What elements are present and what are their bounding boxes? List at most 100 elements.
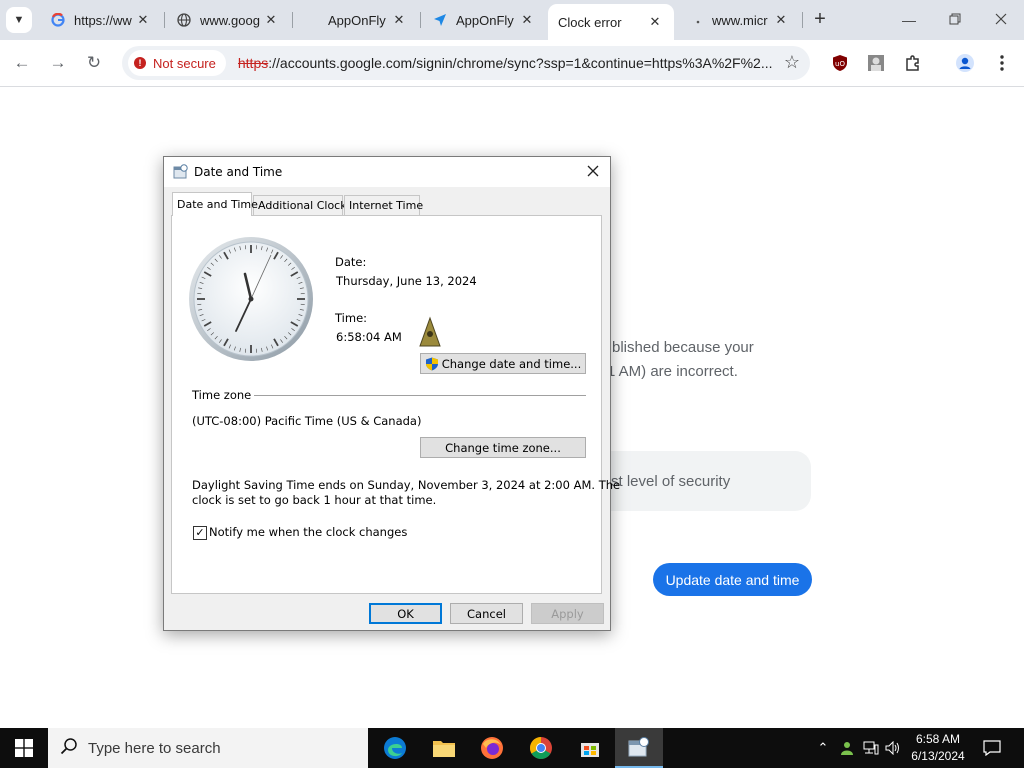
search-icon [60, 737, 80, 760]
date-value: Thursday, June 13, 2024 [336, 274, 477, 288]
cancel-button[interactable]: Cancel [450, 603, 523, 624]
browser-tab-4[interactable]: AppOnFly ✕ [422, 4, 546, 36]
error-text-line-2: 1 AM) are incorrect. [607, 363, 738, 380]
security-chip[interactable]: ! Not secure [128, 50, 226, 76]
url-path: ://accounts.google.com/signin/chrome/syn… [268, 55, 773, 71]
blank-icon [304, 12, 320, 28]
dialog-title: Date and Time [194, 165, 283, 179]
windows-taskbar: Type here to search ⌃ 6:58 AM 6/13/2024 [0, 728, 1024, 768]
restore-icon [949, 12, 961, 28]
tab-date-and-time[interactable]: Date and Time [172, 192, 258, 216]
change-date-time-button[interactable]: Change date and time... [420, 353, 586, 374]
address-bar[interactable]: ! Not secure https://accounts.google.com… [122, 46, 810, 80]
minimize-button[interactable]: — [886, 0, 932, 40]
date-time-tab-pane: Date: Thursday, June 13, 2024 Time: 6:58… [171, 215, 620, 594]
tab-title: www.micr [712, 12, 768, 28]
security-info-text: st level of security [611, 473, 731, 490]
close-window-button[interactable] [978, 0, 1024, 40]
forward-button[interactable]: → [46, 51, 70, 75]
close-tab-icon[interactable]: ✕ [262, 12, 280, 28]
date-time-dialog: Date and Time Date and Time Additional C… [163, 156, 620, 631]
browser-tab-6[interactable]: www.micr ✕ [678, 4, 800, 36]
reload-button[interactable]: ↻ [82, 51, 106, 75]
chevron-up-icon: ⌃ [817, 740, 829, 755]
error-text-line-1: blished because your [612, 339, 754, 356]
url-text[interactable]: https://accounts.google.com/signin/chrom… [238, 55, 778, 71]
taskbar-search-box[interactable]: Type here to search [48, 728, 368, 768]
new-tab-button[interactable]: + [808, 8, 832, 32]
date-time-taskbar-button[interactable] [615, 728, 663, 768]
close-icon [995, 12, 1007, 28]
profile-avatar-icon[interactable] [955, 53, 975, 73]
close-tab-icon[interactable]: ✕ [518, 12, 536, 28]
time-value: 6:58:04 AM [336, 330, 402, 344]
chevron-down-icon: ▼ [13, 14, 25, 26]
tab-title: https://ww [74, 12, 132, 28]
windows-logo-icon [15, 739, 33, 757]
taskbar-date: 6/13/2024 [911, 749, 965, 763]
tab-divider [420, 12, 421, 28]
date-label: Date: [335, 255, 367, 269]
notify-label[interactable]: Notify me when the clock changes [209, 525, 407, 539]
tab-divider [164, 12, 165, 28]
extension-photo-icon[interactable] [866, 53, 886, 73]
close-tab-icon[interactable]: ✕ [390, 12, 408, 28]
dialog-close-button[interactable] [582, 161, 604, 183]
chrome-icon [530, 737, 552, 759]
restore-button[interactable] [932, 0, 978, 40]
chrome-taskbar-button[interactable] [517, 728, 565, 768]
ublock-extension-icon[interactable]: uO [830, 53, 850, 73]
firefox-taskbar-button[interactable] [468, 728, 516, 768]
change-time-zone-button[interactable]: Change time zone... [420, 437, 586, 458]
browser-tab-2[interactable]: www.goog ✕ [166, 4, 290, 36]
close-tab-icon[interactable]: ✕ [772, 12, 790, 28]
bell-cursor-icon [419, 316, 441, 347]
dialog-title-bar: Date and Time [164, 157, 610, 187]
close-tab-icon[interactable]: ✕ [134, 12, 152, 28]
extensions-puzzle-icon[interactable] [903, 53, 923, 73]
people-icon [841, 742, 853, 755]
show-hidden-icons-button[interactable]: ⌃ [812, 728, 834, 768]
url-protocol: https [237, 55, 269, 71]
user-tray-icon[interactable] [836, 728, 858, 768]
network-tray-icon[interactable] [860, 728, 882, 768]
analog-clock [189, 237, 313, 361]
apply-button[interactable]: Apply [531, 603, 604, 624]
google-g-icon [50, 12, 66, 28]
close-tab-icon[interactable]: ✕ [646, 14, 664, 30]
paper-plane-icon [432, 12, 448, 28]
taskbar-clock[interactable]: 6:58 AM 6/13/2024 [900, 731, 976, 765]
browser-tab-5-active[interactable]: Clock error ✕ [548, 4, 674, 40]
store-taskbar-button[interactable] [566, 728, 614, 768]
svg-text:uO: uO [835, 60, 845, 68]
edge-taskbar-button[interactable] [371, 728, 419, 768]
file-explorer-taskbar-button[interactable] [420, 728, 468, 768]
taskbar-time: 6:58 AM [915, 732, 961, 746]
tab-title: Clock error [558, 14, 622, 30]
tab-divider [802, 12, 803, 28]
update-date-time-button[interactable]: Update date and time [653, 563, 812, 596]
dst-info-line-1: Daylight Saving Time ends on Sunday, Nov… [192, 478, 621, 492]
tab-strip: ▼ https://ww ✕ www.goog ✕ AppOnFly ✕ App… [0, 0, 1024, 40]
browser-tab-1[interactable]: https://ww ✕ [40, 4, 162, 36]
tab-title: AppOnFly [456, 12, 514, 28]
notify-checkbox[interactable]: ✓ [193, 526, 207, 540]
dst-info-line-2: clock is set to go back 1 hour at that t… [192, 493, 437, 507]
arrow-left-icon: ← [13, 53, 31, 72]
time-zone-heading: Time zone [192, 388, 252, 402]
ok-button[interactable]: OK [369, 603, 442, 624]
change-date-time-label: Change date and time... [441, 356, 582, 371]
folder-icon [433, 741, 455, 757]
tab-search-button[interactable]: ▼ [6, 7, 32, 33]
bookmark-star-icon[interactable]: ☆ [784, 52, 800, 73]
notifications-button[interactable] [978, 728, 1006, 768]
tab-additional-clocks[interactable]: Additional Clocks [253, 195, 352, 215]
taskbar-search-placeholder: Type here to search [88, 739, 221, 757]
back-button[interactable]: ← [10, 51, 34, 75]
tab-internet-time[interactable]: Internet Time [344, 195, 423, 215]
notification-icon [983, 740, 1001, 756]
dot-icon [688, 12, 704, 28]
more-menu-icon[interactable] [992, 53, 1012, 73]
start-button[interactable] [0, 728, 48, 768]
browser-tab-3[interactable]: AppOnFly ✕ [294, 4, 418, 36]
